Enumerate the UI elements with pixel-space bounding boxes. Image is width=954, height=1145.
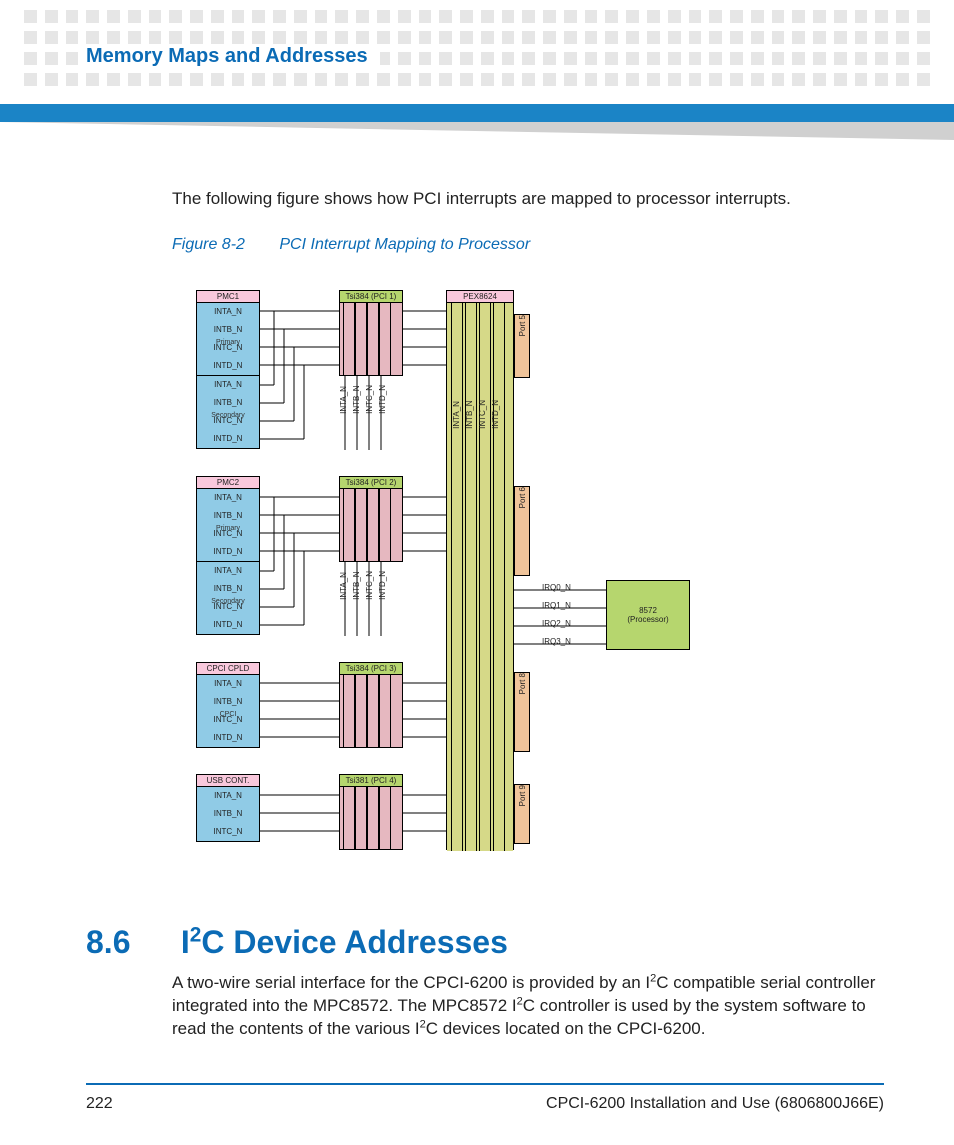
chapter-title: Memory Maps and Addresses xyxy=(86,45,380,68)
pmc1-prim-intb: INTB_NPrimary xyxy=(197,321,259,339)
cpld-intd: INTD_N xyxy=(197,729,259,747)
document-page: Memory Maps and Addresses The following … xyxy=(0,0,954,1145)
footer-rule xyxy=(86,1083,884,1085)
processor-sub: (Processor) xyxy=(607,615,689,624)
tsi1-block: Tsi384 (PCI 1) xyxy=(339,290,403,376)
pmc2-sec-intb: INTB_NSecondary xyxy=(197,580,259,598)
pci-interrupt-diagram: PMC1 INTA_N INTB_NPrimary INTC_N INTD_N … xyxy=(196,290,736,878)
processor-block: 8572 (Processor) xyxy=(606,580,690,650)
tsi1-lane-labels: INTA_NINTB_N INTC_NINTD_N xyxy=(339,385,387,414)
pmc1-block: PMC1 INTA_N INTB_NPrimary INTC_N INTD_N … xyxy=(196,290,260,449)
pex-block: PEX8624 xyxy=(446,290,514,850)
irq0-label: IRQ0_N xyxy=(542,583,571,592)
pmc2-sec-intd: INTD_N xyxy=(197,616,259,634)
cpld-title: CPCI CPLD xyxy=(197,663,259,675)
pex-port8: Port 8 xyxy=(514,672,530,752)
tsi3-block: Tsi384 (PCI 3) xyxy=(339,662,403,748)
pex-port5: Port 5 xyxy=(514,314,530,378)
pex-port9: Port 9 xyxy=(514,784,530,844)
tsi2-title: Tsi384 (PCI 2) xyxy=(340,477,402,489)
pmc2-prim-intc: INTC_N xyxy=(197,525,259,543)
figure-title: PCI Interrupt Mapping to Processor xyxy=(279,236,530,253)
page-number: 222 xyxy=(86,1095,113,1113)
pmc1-sec-intd: INTD_N xyxy=(197,430,259,448)
usb-block: USB CONT. INTA_N INTB_N INTC_N xyxy=(196,774,260,842)
page-footer: 222 CPCI-6200 Installation and Use (6806… xyxy=(86,1095,884,1113)
irq3-label: IRQ3_N xyxy=(542,637,571,646)
irq1-label: IRQ1_N xyxy=(542,601,571,610)
pmc1-prim-intd: INTD_N xyxy=(197,357,259,375)
header-bar xyxy=(0,104,954,122)
tsi4-block: Tsi381 (PCI 4) xyxy=(339,774,403,850)
pmc1-prim-intc: INTC_N xyxy=(197,339,259,357)
cpld-block: CPCI CPLD INTA_N INTB_NCPCI INTC_N INTD_… xyxy=(196,662,260,748)
figure-caption: Figure 8-2 PCI Interrupt Mapping to Proc… xyxy=(172,236,530,254)
usb-title: USB CONT. xyxy=(197,775,259,787)
section-paragraph: A two-wire serial interface for the CPCI… xyxy=(172,972,884,1041)
figure-label: Figure 8-2 xyxy=(172,236,245,253)
pmc1-sec-intb: INTB_NSecondary xyxy=(197,394,259,412)
pmc1-title: PMC1 xyxy=(197,291,259,303)
tsi2-block: Tsi384 (PCI 2) xyxy=(339,476,403,562)
processor-name: 8572 xyxy=(607,606,689,615)
usb-inta: INTA_N xyxy=(197,787,259,805)
section-title: I2C Device Addresses xyxy=(181,924,508,960)
pex-port6: Port 6 xyxy=(514,486,530,576)
pmc2-sec-inta: INTA_N xyxy=(197,562,259,580)
pmc1-prim-inta: INTA_N xyxy=(197,303,259,321)
pex-title: PEX8624 xyxy=(447,291,513,303)
cpld-intb: INTB_NCPCI xyxy=(197,693,259,711)
tsi4-title: Tsi381 (PCI 4) xyxy=(340,775,402,787)
cpld-inta: INTA_N xyxy=(197,675,259,693)
intro-paragraph: The following figure shows how PCI inter… xyxy=(172,188,884,211)
pmc2-block: PMC2 INTA_N INTB_NPrimary INTC_N INTD_N … xyxy=(196,476,260,635)
pmc1-sec-intc: INTC_N xyxy=(197,412,259,430)
pmc2-prim-inta: INTA_N xyxy=(197,489,259,507)
usb-intc: INTC_N xyxy=(197,823,259,841)
pmc2-prim-intb: INTB_NPrimary xyxy=(197,507,259,525)
irq2-label: IRQ2_N xyxy=(542,619,571,628)
section-number: 8.6 xyxy=(86,924,172,961)
pmc2-sec-intc: INTC_N xyxy=(197,598,259,616)
tsi3-title: Tsi384 (PCI 3) xyxy=(340,663,402,675)
section-heading: 8.6 I2C Device Addresses xyxy=(86,924,508,961)
pmc1-sec-inta: INTA_N xyxy=(197,376,259,394)
tsi2-lane-labels: INTA_NINTB_N INTC_NINTD_N xyxy=(339,571,387,600)
usb-intb: INTB_N xyxy=(197,805,259,823)
pmc2-title: PMC2 xyxy=(197,477,259,489)
doc-title: CPCI-6200 Installation and Use (6806800J… xyxy=(546,1095,884,1113)
tsi1-title: Tsi384 (PCI 1) xyxy=(340,291,402,303)
pex-lane-labels: INTA_NINTB_N INTC_NINTD_N xyxy=(452,400,500,429)
pmc2-prim-intd: INTD_N xyxy=(197,543,259,561)
cpld-intc: INTC_N xyxy=(197,711,259,729)
header-shadow xyxy=(0,122,954,140)
